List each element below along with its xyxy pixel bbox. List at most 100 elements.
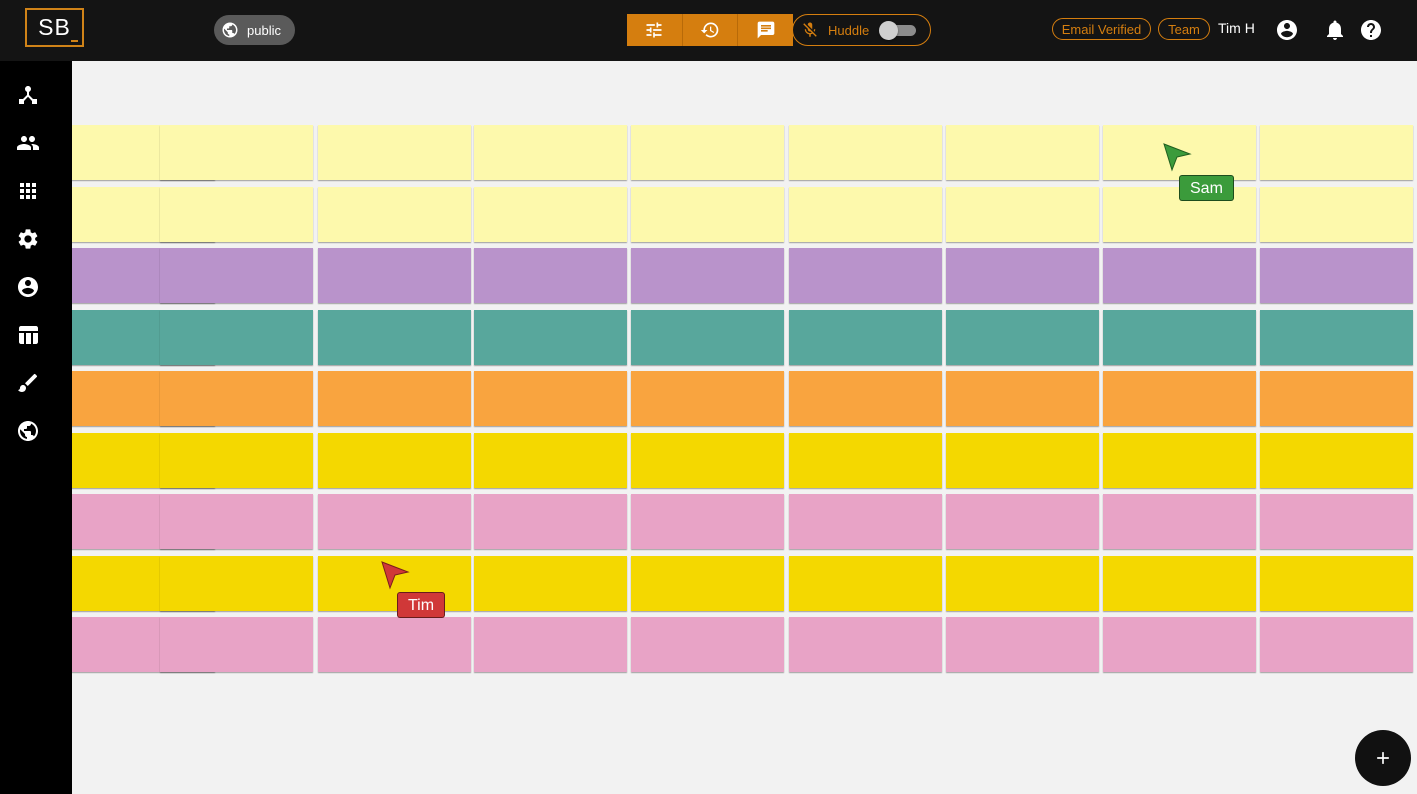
sticky-note[interactable] <box>1260 433 1413 488</box>
globe-icon[interactable] <box>16 419 40 443</box>
sticky-note[interactable] <box>318 125 471 180</box>
email-verified-badge[interactable]: Email Verified <box>1052 18 1151 40</box>
sticky-note[interactable] <box>1260 371 1413 426</box>
sticky-note[interactable] <box>160 371 313 426</box>
sticky-note[interactable] <box>318 494 471 549</box>
sticky-note[interactable] <box>1260 310 1413 365</box>
sticky-note[interactable] <box>160 248 313 303</box>
sticky-note[interactable] <box>946 187 1099 242</box>
sticky-note[interactable] <box>631 617 784 672</box>
huddle-control: Huddle <box>792 14 931 46</box>
team-badge[interactable]: Team <box>1158 18 1210 40</box>
sticky-note[interactable] <box>474 556 627 611</box>
account-icon[interactable] <box>16 275 40 299</box>
network-icon[interactable] <box>16 83 40 107</box>
sticky-note[interactable] <box>1103 556 1256 611</box>
collaborator-cursor-tim-icon <box>381 561 410 590</box>
sticky-note[interactable] <box>946 125 1099 180</box>
brush-icon[interactable] <box>16 371 40 395</box>
visibility-label: public <box>247 22 281 38</box>
sticky-note[interactable] <box>1260 556 1413 611</box>
sticky-note[interactable] <box>1260 187 1413 242</box>
history-button[interactable] <box>683 14 739 46</box>
sticky-note[interactable] <box>631 371 784 426</box>
sticky-note[interactable] <box>631 433 784 488</box>
sticky-note[interactable] <box>474 125 627 180</box>
sticky-note[interactable] <box>946 433 1099 488</box>
sticky-note[interactable] <box>789 617 942 672</box>
sticky-note[interactable] <box>631 310 784 365</box>
board-canvas[interactable]: Sam Tim <box>72 61 1417 794</box>
sticky-note[interactable] <box>160 125 313 180</box>
sticky-note[interactable] <box>946 494 1099 549</box>
collaborator-label-tim: Tim <box>397 592 446 618</box>
sticky-note[interactable] <box>1103 494 1256 549</box>
account-circle-icon[interactable] <box>1275 18 1299 42</box>
sticky-note[interactable] <box>1103 248 1256 303</box>
user-name[interactable]: Tim H <box>1218 20 1255 36</box>
sticky-note[interactable] <box>789 371 942 426</box>
sticky-note[interactable] <box>160 433 313 488</box>
history-icon <box>700 20 720 40</box>
sticky-note[interactable] <box>474 371 627 426</box>
sticky-note[interactable] <box>474 248 627 303</box>
sticky-note[interactable] <box>789 556 942 611</box>
sticky-note[interactable] <box>474 617 627 672</box>
sticky-note[interactable] <box>1103 310 1256 365</box>
visibility-button[interactable]: public <box>214 15 295 45</box>
sticky-note[interactable] <box>631 187 784 242</box>
gear-icon[interactable] <box>16 227 40 251</box>
sticky-note[interactable] <box>789 248 942 303</box>
help-icon[interactable] <box>1359 18 1383 42</box>
sticky-note[interactable] <box>318 433 471 488</box>
sticky-note[interactable] <box>318 187 471 242</box>
chat-icon <box>756 20 776 40</box>
sticky-note[interactable] <box>946 371 1099 426</box>
add-button[interactable] <box>1355 730 1411 786</box>
sticky-note[interactable] <box>1103 371 1256 426</box>
sticky-note[interactable] <box>946 617 1099 672</box>
sticky-note[interactable] <box>474 494 627 549</box>
sticky-note[interactable] <box>631 556 784 611</box>
sticky-note[interactable] <box>946 310 1099 365</box>
sticky-note[interactable] <box>318 248 471 303</box>
mic-off-icon[interactable] <box>801 21 819 39</box>
settings-tune-button[interactable] <box>627 14 683 46</box>
sticky-note[interactable] <box>318 617 471 672</box>
sticky-note[interactable] <box>160 556 313 611</box>
collaborator-label-sam: Sam <box>1179 175 1234 201</box>
sticky-note[interactable] <box>631 494 784 549</box>
sticky-note[interactable] <box>1103 433 1256 488</box>
sticky-note[interactable] <box>946 556 1099 611</box>
sticky-note[interactable] <box>160 494 313 549</box>
sticky-note[interactable] <box>1260 494 1413 549</box>
sticky-note[interactable] <box>789 125 942 180</box>
table-icon[interactable] <box>16 323 40 347</box>
sticky-note[interactable] <box>1260 617 1413 672</box>
sticky-note[interactable] <box>318 371 471 426</box>
sticky-note[interactable] <box>160 310 313 365</box>
sticky-note[interactable] <box>160 617 313 672</box>
sticky-note[interactable] <box>789 187 942 242</box>
sticky-note[interactable] <box>160 187 313 242</box>
sticky-note[interactable] <box>318 310 471 365</box>
sticky-note[interactable] <box>1260 248 1413 303</box>
sticky-note[interactable] <box>631 248 784 303</box>
app-logo[interactable]: SB <box>25 8 84 47</box>
sticky-note[interactable] <box>631 125 784 180</box>
notifications-bell-icon[interactable] <box>1323 18 1347 42</box>
sticky-note[interactable] <box>474 187 627 242</box>
sticky-note[interactable] <box>1260 125 1413 180</box>
huddle-toggle[interactable] <box>879 21 917 40</box>
sticky-note[interactable] <box>789 310 942 365</box>
chat-button[interactable] <box>738 14 793 46</box>
sticky-note[interactable] <box>946 248 1099 303</box>
sticky-note[interactable] <box>474 433 627 488</box>
people-icon[interactable] <box>16 131 40 155</box>
grid-icon[interactable] <box>16 179 40 203</box>
sticky-note[interactable] <box>789 494 942 549</box>
sticky-note[interactable] <box>474 310 627 365</box>
sticky-note[interactable] <box>1103 617 1256 672</box>
sticky-note[interactable] <box>789 433 942 488</box>
sidebar <box>0 61 72 794</box>
